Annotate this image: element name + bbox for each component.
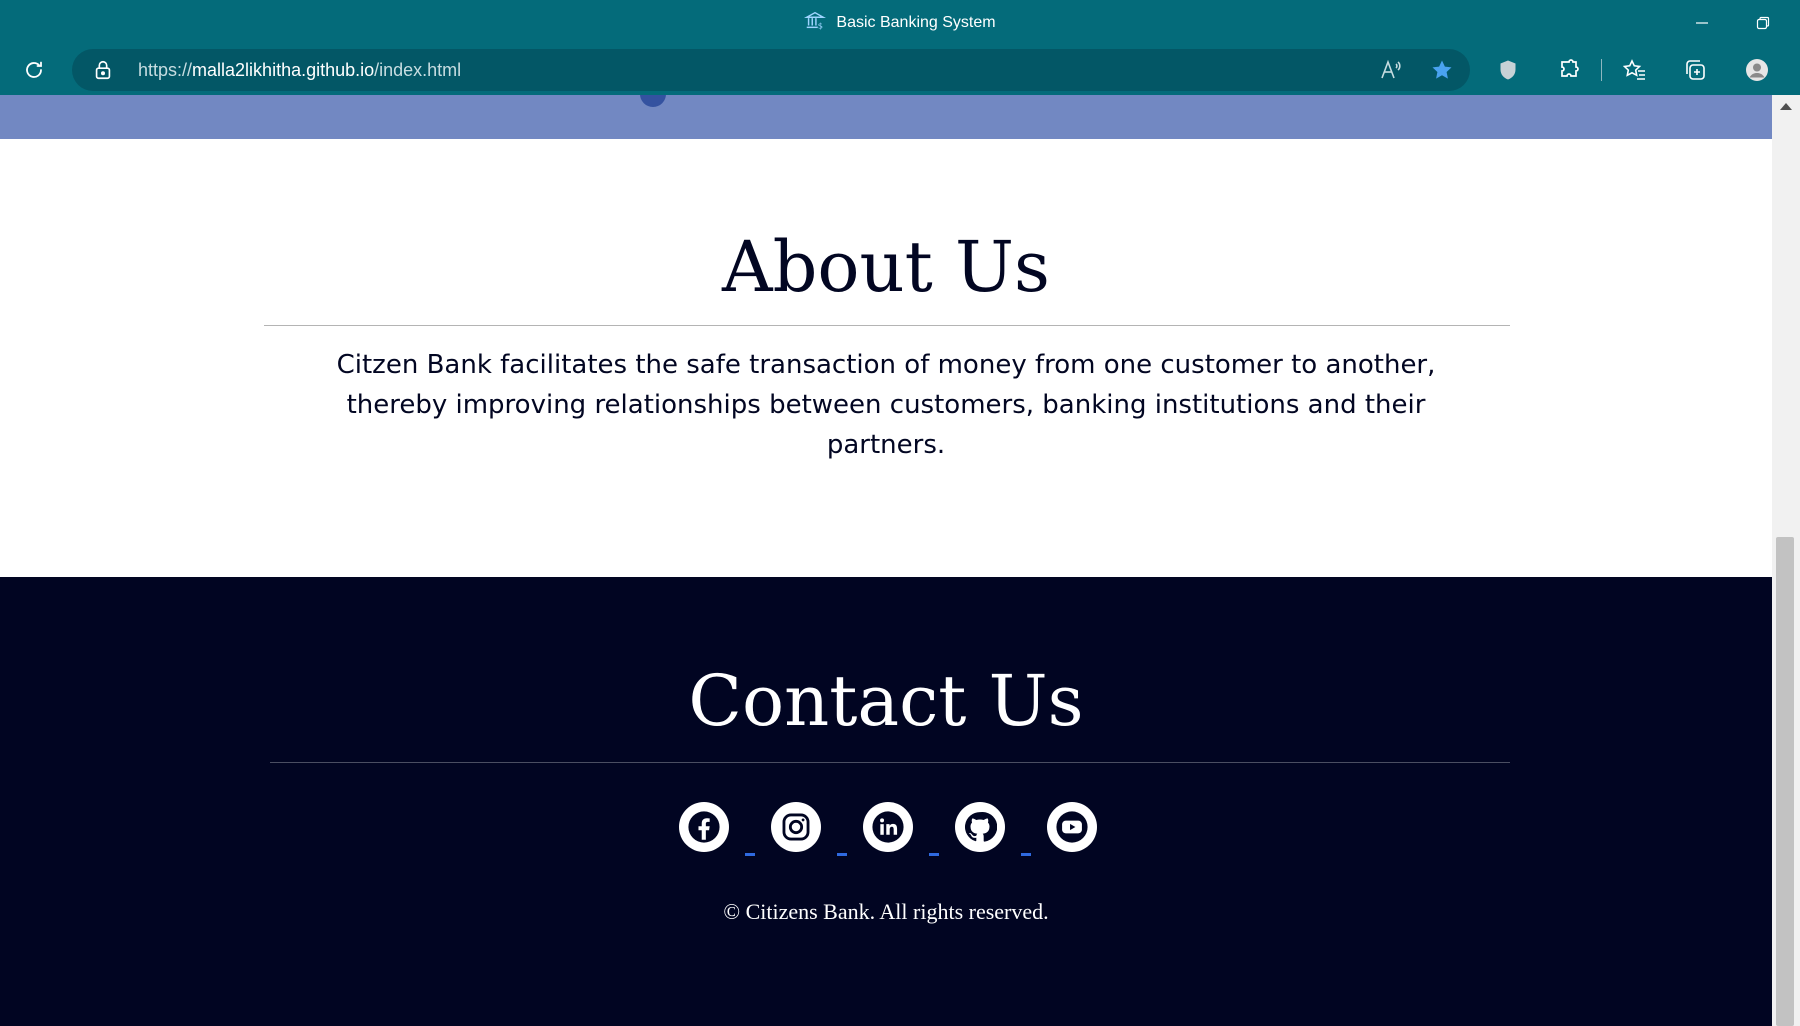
profile-avatar-icon[interactable]: [1740, 53, 1774, 87]
about-divider: [264, 325, 1510, 326]
url-prefix: https://: [138, 60, 193, 80]
page-scrollbar[interactable]: [1772, 95, 1800, 1026]
link-underline: [929, 853, 939, 856]
linkedin-link[interactable]: [863, 802, 913, 852]
github-icon: [964, 811, 997, 842]
copyright-text: © Citizens Bank. All rights reserved.: [723, 899, 1049, 924]
about-section: About Us Citzen Bank facilitates the saf…: [0, 139, 1772, 577]
hero-section-bottom: [0, 95, 1772, 139]
contact-section: Contact Us © Citizens Bank. All rights r…: [0, 577, 1772, 1026]
link-underline: [837, 853, 847, 856]
hero-decoration: [640, 95, 666, 107]
about-heading: About Us: [722, 226, 1050, 308]
collections-icon[interactable]: [1678, 53, 1712, 87]
contact-heading: Contact Us: [688, 660, 1084, 742]
contact-divider: [270, 762, 1510, 763]
link-underline: [745, 853, 755, 856]
instagram-link[interactable]: [771, 802, 821, 852]
window-title: $ Basic Banking System: [0, 0, 1800, 45]
address-bar[interactable]: https://malla2likhitha.github.io/index.h…: [72, 49, 1470, 91]
instagram-icon: [782, 813, 810, 841]
shield-icon[interactable]: [1491, 53, 1525, 87]
url-text[interactable]: https://malla2likhitha.github.io/index.h…: [138, 49, 461, 91]
page-viewport: About Us Citzen Bank facilitates the saf…: [0, 95, 1800, 1026]
minimize-button[interactable]: [1687, 8, 1717, 38]
refresh-icon[interactable]: [17, 53, 51, 87]
linkedin-icon: [872, 811, 904, 843]
youtube-link[interactable]: [1047, 802, 1097, 852]
bank-icon: $: [804, 9, 827, 36]
url-domain: malla2likhitha.github.io: [192, 60, 375, 80]
url-path: /index.html: [374, 60, 462, 80]
scroll-up-arrow-icon[interactable]: [1780, 103, 1792, 110]
extensions-icon[interactable]: [1552, 53, 1586, 87]
lock-icon[interactable]: [92, 59, 114, 81]
restore-button[interactable]: [1748, 8, 1778, 38]
github-link[interactable]: [955, 802, 1005, 852]
about-text: Citzen Bank facilitates the safe transac…: [336, 350, 1436, 460]
scrollbar-thumb[interactable]: [1776, 537, 1794, 1026]
facebook-link[interactable]: [679, 802, 729, 852]
read-aloud-icon[interactable]: [1379, 58, 1403, 82]
youtube-icon: [1056, 811, 1088, 843]
window-title-text: Basic Banking System: [836, 13, 996, 31]
toolbar-divider: [1601, 59, 1602, 81]
browser-toolbar: https://malla2likhitha.github.io/index.h…: [0, 45, 1800, 95]
svg-text:$: $: [818, 20, 823, 30]
link-underline: [1021, 853, 1031, 856]
favorites-icon[interactable]: [1618, 53, 1652, 87]
browser-title-bar: $ Basic Banking System: [0, 0, 1800, 45]
facebook-icon: [688, 811, 720, 843]
favorite-star-icon[interactable]: [1430, 58, 1454, 82]
